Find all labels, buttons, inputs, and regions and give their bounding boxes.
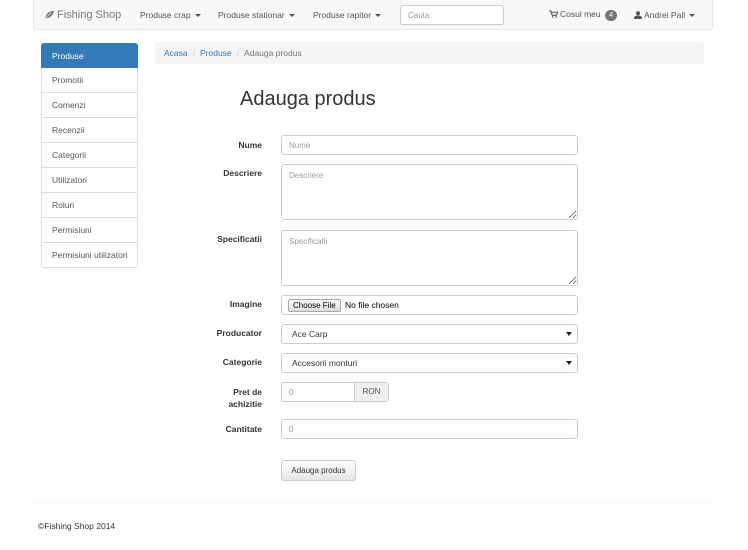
breadcrumb: Acasa / Produse / Adauga produs <box>155 42 704 64</box>
image-label: Imagine <box>229 299 262 309</box>
cart-link[interactable]: Cosul meu 4 <box>549 9 618 21</box>
breadcrumb-current: Adauga produs <box>244 48 302 58</box>
menu-produse-stationar-label: Produse stationar <box>218 10 285 20</box>
user-menu[interactable]: Andrei Pall <box>634 10 696 20</box>
chevron-down-icon <box>689 14 696 17</box>
user-name: Andrei Pall <box>644 10 686 20</box>
sidebar-item-comenzi[interactable]: Comenzi <box>41 93 138 118</box>
search-input[interactable] <box>400 5 504 25</box>
brand-link[interactable]: Fishing Shop <box>44 9 121 21</box>
menu-produse-crap[interactable]: Produse crap <box>140 10 201 20</box>
producer-label: Producator <box>216 328 262 338</box>
quantity-label: Cantitate <box>225 424 262 434</box>
price-label-line2: achizitie <box>228 399 262 409</box>
breadcrumb-home-link[interactable]: Acasa <box>164 48 188 58</box>
price-field[interactable] <box>281 382 355 402</box>
sidebar-item-recenzii[interactable]: Recenzii <box>41 118 138 143</box>
admin-sidebar: Produse Promotii Comenzi Recenzii Catego… <box>41 43 138 268</box>
sidebar-item-promotii[interactable]: Promotii <box>41 68 138 93</box>
cart-label: Cosul meu <box>560 9 601 19</box>
menu-produse-stationar[interactable]: Produse stationar <box>218 10 295 20</box>
breadcrumb-separator: / <box>192 48 195 58</box>
sidebar-item-utilizatori[interactable]: Utilizatori <box>41 168 138 193</box>
menu-produse-rapitor-label: Produse rapitor <box>313 10 372 20</box>
dropdown-arrow-icon <box>566 361 572 365</box>
category-selected-value: Accesorii monturi <box>292 358 358 368</box>
add-product-button[interactable]: Adauga produs <box>281 460 356 481</box>
sidebar-item-categorii[interactable]: Categorii <box>41 143 138 168</box>
menu-produse-crap-label: Produse crap <box>140 10 191 20</box>
cart-count-badge: 4 <box>605 10 618 21</box>
specifications-label: Specificatii <box>217 234 262 244</box>
file-status: No file chosen <box>345 300 399 310</box>
shopping-cart-icon <box>549 10 558 18</box>
sidebar-item-roluri[interactable]: Roluri <box>41 193 138 218</box>
chevron-down-icon <box>194 14 201 17</box>
menu-produse-rapitor[interactable]: Produse rapitor <box>313 10 382 20</box>
quantity-field[interactable] <box>281 419 578 439</box>
top-navbar: Fishing Shop Produse crap Produse statio… <box>33 0 713 30</box>
dropdown-arrow-icon <box>566 332 572 336</box>
price-label: Pret de achizitie <box>192 386 262 410</box>
description-label: Descriere <box>223 168 262 178</box>
image-file-input[interactable]: Choose File No file chosen <box>281 295 578 315</box>
specifications-field[interactable] <box>281 230 578 286</box>
brand-name: Fishing Shop <box>57 9 122 21</box>
choose-file-button[interactable]: Choose File <box>288 299 341 312</box>
currency-addon: RON <box>354 382 389 402</box>
producer-selected-value: Ace Carp <box>292 329 328 339</box>
page-title: Adauga produs <box>240 88 376 110</box>
name-field[interactable] <box>281 135 578 155</box>
name-label: Nume <box>238 140 262 150</box>
breadcrumb-separator: / <box>236 48 240 58</box>
chevron-down-icon <box>375 14 382 17</box>
description-field[interactable] <box>281 164 578 220</box>
price-label-line1: Pret de <box>233 387 262 397</box>
sidebar-item-permisiuni-utilizatori[interactable]: Permisiuni utilizatori <box>41 243 138 268</box>
footer-copyright: ©Fishing Shop 2014 <box>38 521 116 531</box>
category-label: Categorie <box>222 357 262 367</box>
footer-divider <box>33 502 713 503</box>
sidebar-item-produse[interactable]: Produse <box>41 43 138 68</box>
sidebar-item-permisiuni[interactable]: Permisiuni <box>41 218 138 243</box>
chevron-down-icon <box>288 14 295 17</box>
breadcrumb-produse-link[interactable]: Produse <box>200 48 232 58</box>
category-select[interactable]: Accesorii monturi <box>281 353 578 373</box>
user-icon <box>634 11 642 19</box>
producer-select[interactable]: Ace Carp <box>281 324 578 344</box>
leaf-icon <box>44 10 54 19</box>
